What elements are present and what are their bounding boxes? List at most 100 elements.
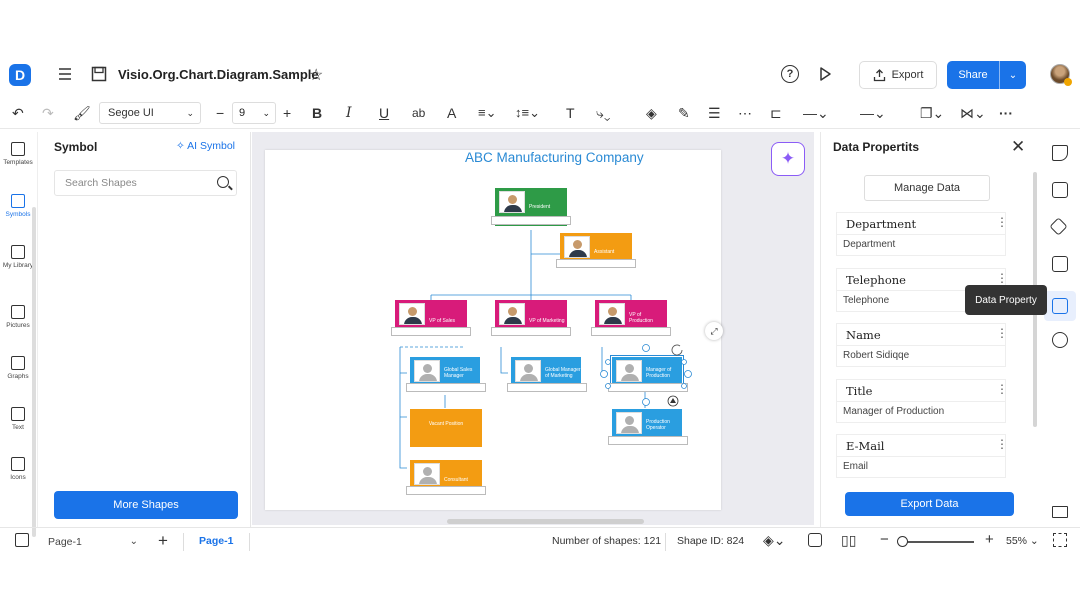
export-data-button[interactable]: Export Data xyxy=(845,492,1014,516)
node-global-sales-manager[interactable]: Global Sales Manager Jane Smith xyxy=(406,357,486,392)
menu-icon[interactable] xyxy=(56,65,74,83)
president-photo xyxy=(499,191,525,213)
add-page-icon[interactable]: + xyxy=(158,531,168,551)
rail-item-pictures[interactable]: Pictures xyxy=(0,305,36,329)
rail-item-text[interactable]: Text xyxy=(0,407,36,431)
align-icon[interactable]: ≡⌄ xyxy=(478,103,496,123)
node-vacant-position[interactable]: Vacant Position xyxy=(410,409,482,447)
format-painter-icon[interactable]: 🖌 xyxy=(73,103,91,123)
page-select[interactable]: Page-1 ⌄ xyxy=(40,531,144,553)
close-icon[interactable]: ✕ xyxy=(1011,137,1025,157)
zoom-in-icon[interactable]: + xyxy=(985,531,994,548)
flip-icon[interactable]: ⋈⌄ xyxy=(960,103,986,123)
font-size-select[interactable]: 9 ⌄ xyxy=(232,102,276,124)
line-dash-icon[interactable]: ⋯ xyxy=(738,103,752,123)
node-production-operator[interactable]: Production Operator Antonio Bandera xyxy=(608,409,688,445)
save-icon[interactable] xyxy=(90,65,108,83)
zoom-level[interactable]: 55% ⌄ xyxy=(1006,535,1039,547)
node-assistant[interactable]: Assistant Lester Hernandez xyxy=(556,233,636,268)
underline-icon[interactable]: U xyxy=(379,103,389,123)
arrow-style-icon[interactable]: ⊏ xyxy=(770,103,782,123)
node-manager-of-production-selected[interactable]: Manager of Production Robert Sidiqqe xyxy=(608,355,688,392)
layers-icon[interactable]: ◈⌄ xyxy=(763,532,786,549)
ai-assistant-sparkle-icon[interactable]: ✦ xyxy=(771,142,805,176)
undo-icon[interactable]: ↶ xyxy=(12,103,24,123)
presentation-icon[interactable] xyxy=(1052,256,1068,272)
field-value-input[interactable]: Email xyxy=(836,456,1006,478)
node-vp-sales[interactable]: VP of Sales Jane Smith xyxy=(391,300,471,336)
theme-icon[interactable] xyxy=(1049,217,1068,236)
line-spacing-icon[interactable]: ↕≡⌄ xyxy=(515,103,540,123)
data-property-icon[interactable] xyxy=(1052,298,1068,314)
node-president[interactable]: President Amala Erica xyxy=(491,188,571,226)
decrease-font-icon[interactable]: − xyxy=(216,103,224,123)
more-options-icon[interactable]: ··· xyxy=(999,103,1013,123)
focus-mode-icon[interactable] xyxy=(808,533,822,547)
book-view-icon[interactable]: ▯▯ xyxy=(841,532,856,549)
node-consultant[interactable]: Consultant Robert Smith xyxy=(406,460,486,495)
star-icon[interactable]: ☆ xyxy=(309,65,323,85)
zoom-out-icon[interactable]: − xyxy=(880,531,889,548)
fill-icon[interactable]: ◈ xyxy=(646,103,657,123)
node-vp-marketing[interactable]: VP of Marketing Darvin Vance xyxy=(491,300,571,336)
arrange-icon[interactable] xyxy=(1052,182,1068,198)
kebab-menu-icon[interactable]: ⋮ xyxy=(996,215,1008,229)
field-value-input[interactable]: Robert Sidiqqe xyxy=(836,345,1006,367)
increase-font-icon[interactable]: + xyxy=(283,103,291,123)
kebab-menu-icon[interactable]: ⋮ xyxy=(996,382,1008,396)
zoom-slider-knob[interactable] xyxy=(897,536,908,547)
line-weight-icon[interactable]: ☰ xyxy=(708,103,721,123)
bold-icon[interactable]: B xyxy=(312,103,322,123)
title-bar: D Visio.Org.Chart.Diagram.Sample ☆ ? Exp… xyxy=(0,57,1080,93)
page-tab[interactable]: Page-1 xyxy=(199,535,233,547)
export-button[interactable]: Export xyxy=(859,61,937,89)
document-title[interactable]: Visio.Org.Chart.Diagram.Sample xyxy=(118,67,319,82)
line-start-select[interactable]: —⌄ xyxy=(803,103,829,123)
share-label: Share xyxy=(958,69,988,81)
ai-symbol-button[interactable]: ✧ AI Symbol xyxy=(176,140,235,152)
line-color-icon[interactable]: ✎ xyxy=(678,103,690,123)
redo-icon[interactable]: ↷ xyxy=(42,103,54,123)
rail-item-icons[interactable]: Icons xyxy=(0,457,36,481)
diagram-page[interactable]: ABC Manufacturing Company President Amal… xyxy=(265,150,723,510)
search-icon[interactable] xyxy=(217,176,229,188)
user-avatar[interactable] xyxy=(1050,64,1072,86)
kebab-menu-icon[interactable]: ⋮ xyxy=(996,437,1008,451)
share-dropdown-chevron-icon[interactable]: ⌄ xyxy=(1000,70,1026,81)
search-shapes-input[interactable]: Search Shapes xyxy=(54,170,237,196)
rail-item-symbols[interactable]: Symbols xyxy=(0,194,36,218)
zoom-slider-track[interactable] xyxy=(898,541,974,543)
page-panel-icon[interactable] xyxy=(15,533,29,547)
rail-scrollbar[interactable] xyxy=(32,207,36,537)
expand-icon[interactable]: ⤢ xyxy=(705,322,723,340)
strikethrough-icon[interactable]: ab xyxy=(412,103,425,123)
rail-item-templates[interactable]: Templates xyxy=(0,142,36,166)
help-icon[interactable]: ? xyxy=(781,65,799,83)
field-value-input[interactable]: Department xyxy=(836,234,1006,256)
shadow-icon[interactable]: ❐⌄ xyxy=(920,103,944,123)
canvas-area[interactable]: ABC Manufacturing Company President Amal… xyxy=(252,132,814,525)
field-value-input[interactable]: Manager of Production xyxy=(836,401,1006,423)
font-color-icon[interactable]: A xyxy=(447,103,456,123)
line-end-select[interactable]: —⌄ xyxy=(860,103,886,123)
more-shapes-button[interactable]: More Shapes xyxy=(54,491,238,519)
share-button[interactable]: Share ⌄ xyxy=(947,61,1026,89)
rail-item-graphs[interactable]: Graphs xyxy=(0,356,36,380)
connector-icon[interactable]: ⤷⌄ xyxy=(596,103,610,123)
node-vp-production[interactable]: VP of Production Isabel Walter xyxy=(591,300,671,336)
history-icon[interactable] xyxy=(1052,332,1068,348)
panel-settings-icon[interactable] xyxy=(1052,506,1068,518)
italic-icon[interactable]: I xyxy=(346,103,352,123)
font-family-select[interactable]: Segoe UI ⌄ xyxy=(99,102,201,124)
rail-item-my-library[interactable]: My Library xyxy=(0,245,36,269)
node-global-manager-marketing[interactable]: Global Manager of Marketing Andrea Rober… xyxy=(507,357,587,392)
kebab-menu-icon[interactable]: ⋮ xyxy=(996,326,1008,340)
fill-style-icon[interactable] xyxy=(1052,145,1068,161)
app-logo-icon[interactable]: D xyxy=(9,64,31,86)
kebab-menu-icon[interactable]: ⋮ xyxy=(996,271,1008,285)
present-play-icon[interactable] xyxy=(816,65,834,83)
manage-data-button[interactable]: Manage Data xyxy=(864,175,990,201)
text-tool-icon[interactable]: T xyxy=(566,103,575,123)
canvas-horizontal-scrollbar[interactable] xyxy=(447,519,644,524)
fullscreen-icon[interactable] xyxy=(1053,533,1067,547)
